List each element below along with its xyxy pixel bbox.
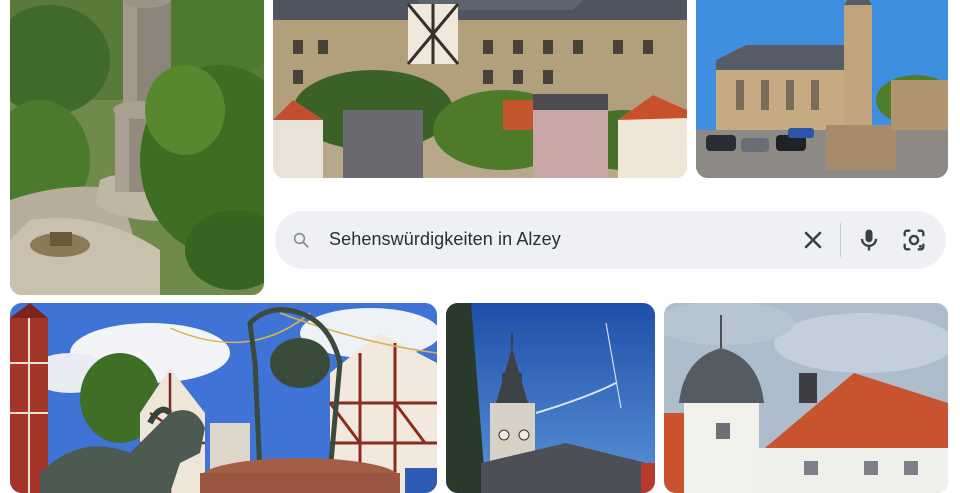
image-white-tower bbox=[664, 303, 948, 493]
image-result-stone-tower[interactable] bbox=[10, 0, 264, 295]
image-church-square bbox=[696, 0, 948, 178]
search-query-input[interactable]: Sehenswürdigkeiten in Alzey bbox=[329, 229, 561, 250]
search-icon bbox=[292, 231, 310, 249]
image-stone-tower bbox=[10, 0, 264, 295]
microphone-icon[interactable] bbox=[855, 226, 883, 254]
search-divider bbox=[840, 223, 841, 257]
search-bar[interactable]: Sehenswürdigkeiten in Alzey bbox=[275, 211, 946, 269]
image-result-church-square[interactable] bbox=[696, 0, 948, 178]
image-result-castle[interactable] bbox=[273, 0, 687, 178]
image-result-church-tower[interactable] bbox=[446, 303, 655, 493]
image-castle bbox=[273, 0, 687, 178]
image-church-tower bbox=[446, 303, 655, 493]
image-fountain-square bbox=[10, 303, 437, 493]
image-result-fountain-square[interactable] bbox=[10, 303, 437, 493]
image-result-white-tower[interactable] bbox=[664, 303, 948, 493]
lens-camera-icon[interactable] bbox=[900, 226, 928, 254]
close-icon[interactable] bbox=[799, 226, 827, 254]
